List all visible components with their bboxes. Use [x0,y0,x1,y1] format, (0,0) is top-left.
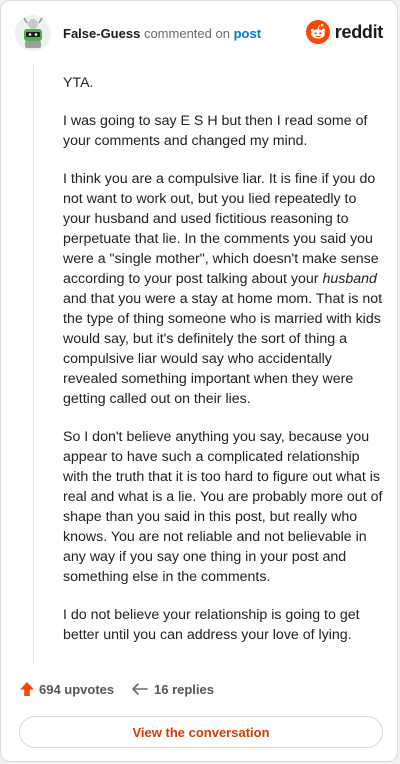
comment-body: YTA. I was going to say E S H but then I… [63,73,383,663]
thread-line [33,63,34,665]
user-avatar[interactable] [15,15,51,51]
comment-meta: False-Guess commented on post [63,26,261,41]
brand-wordmark: reddit [334,21,384,42]
reply-arrow-icon [132,683,148,695]
emphasis-text: husband [322,271,377,287]
paragraph-text: and that you were a stay at home mom. Th… [63,291,383,407]
comment-paragraph: I think you are a compulsive liar. It is… [63,169,383,409]
comment-paragraph: So I don't believe anything you say, bec… [63,429,383,585]
view-conversation-button[interactable]: View the conversation [19,716,383,748]
upvote-text: 694 upvotes [39,681,115,697]
post-link[interactable]: post [234,26,261,41]
reply-count[interactable]: 16 replies [131,681,214,697]
comment-paragraph: YTA. [63,75,94,91]
comment-card: False-Guess commented on post reddit YTA… [0,0,398,762]
reddit-logo-icon [305,20,330,44]
username-link[interactable]: False-Guess [63,26,140,41]
upvote-count[interactable]: 694 upvotes [19,681,114,697]
comment-header: False-Guess commented on post reddit [15,15,383,55]
reply-text: 16 replies [154,681,214,697]
reddit-brand[interactable]: reddit [305,20,384,44]
upvote-arrow-icon [20,682,34,696]
paragraph-text: I think you are a compulsive liar. It is… [63,171,379,287]
action-text: commented on [143,26,230,41]
comment-paragraph: I do not believe your relationship is go… [63,607,360,643]
comment-paragraph: I was going to say E S H but then I read… [63,113,368,149]
